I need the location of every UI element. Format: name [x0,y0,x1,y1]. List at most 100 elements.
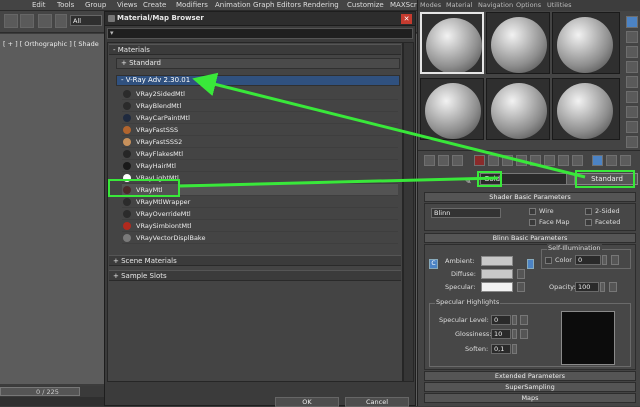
spinner[interactable] [602,255,607,265]
menu-modes[interactable]: Modes [420,1,441,9]
selection-filter-dropdown[interactable]: All [70,15,102,26]
sample-slot-6[interactable] [552,78,620,140]
list-item[interactable]: VRayFastSSS2 [122,136,398,148]
material-id-icon[interactable] [530,155,541,166]
sample-slot-1[interactable] [420,12,484,74]
group-vray[interactable]: - V-Ray Adv 2.30.01 [116,75,400,86]
assign-to-selection-icon[interactable] [452,155,463,166]
faceted-checkbox[interactable] [585,219,592,226]
list-item[interactable]: VRayVectorDisplBake [122,232,398,244]
dialog-titlebar[interactable]: Material/Map Browser ✕ [105,12,415,26]
diffuse-swatch[interactable] [481,269,513,279]
list-item[interactable]: VRayCarPaintMtl [122,112,398,124]
make-preview-icon[interactable] [626,91,638,103]
color-checkbox[interactable] [545,257,552,264]
sample-type-icon[interactable] [626,16,638,28]
bind-icon[interactable] [55,14,67,28]
group-sample-slots[interactable]: + Sample Slots [109,270,401,281]
map-button[interactable] [611,255,619,265]
opacity-map-button[interactable] [609,282,617,292]
put-to-library-icon[interactable] [516,155,527,166]
copy-material-icon[interactable] [488,155,499,166]
menu-options[interactable]: Options [516,1,541,9]
go-forward-sibling-icon[interactable] [592,155,603,166]
menu-customize[interactable]: Customize [347,1,384,9]
uv-tiling-icon[interactable] [626,61,638,73]
options-icon[interactable] [626,106,638,118]
group-materials[interactable]: - Materials [109,44,401,55]
list-item[interactable]: VRay2SidedMtl [122,88,398,100]
show-map-icon[interactable] [544,155,555,166]
close-icon[interactable]: ✕ [401,14,412,24]
spinner[interactable] [600,282,605,292]
menu-utilities[interactable]: Utilities [547,1,571,9]
menu-modifiers[interactable]: Modifiers [176,1,208,9]
reset-icon[interactable] [474,155,485,166]
menu-animation[interactable]: Animation [215,1,251,9]
menu-create[interactable]: Create [143,1,166,9]
scrollbar[interactable] [403,42,414,382]
viewport-label[interactable]: [ + ] [ Orthographic ] [ Shade [3,40,99,48]
spinner[interactable] [512,315,517,325]
sample-slot-5[interactable] [486,78,550,140]
wire-checkbox[interactable] [529,208,536,215]
spec-level-map-button[interactable] [520,315,528,325]
self-illum-value[interactable]: 0 [575,255,601,265]
list-item[interactable]: VRayOverrideMtl [122,208,398,220]
menu-material[interactable]: Material [446,1,472,9]
spinner[interactable] [512,344,517,354]
put-to-scene-icon[interactable] [438,155,449,166]
go-to-parent-icon[interactable] [572,155,583,166]
backlight-icon[interactable] [626,31,638,43]
menu-graph-editors[interactable]: Graph Editors [253,1,301,9]
sample-slot-2[interactable] [486,12,550,74]
glossiness-map-button[interactable] [520,329,528,339]
ambient-swatch[interactable] [481,256,513,266]
specular-swatch[interactable] [481,282,513,292]
nav-icon[interactable] [606,155,617,166]
map-lock-icon[interactable] [527,259,534,269]
sample-slot-4[interactable] [420,78,484,140]
chevron-down-icon[interactable] [566,173,575,185]
menu-group[interactable]: Group [85,1,106,9]
menu-navigation[interactable]: Navigation [478,1,513,9]
show-end-result-icon[interactable] [558,155,569,166]
menu-rendering[interactable]: Rendering [303,1,339,9]
menu-maxscript[interactable]: MAXScr [390,1,417,9]
rollout-shader-basic[interactable]: Shader Basic Parameters [424,192,636,202]
rollout-extended-parameters[interactable]: Extended Parameters [424,371,636,381]
lock-icon[interactable]: C [429,259,438,269]
menu-views[interactable]: Views [117,1,137,9]
menu-tools[interactable]: Tools [57,1,74,9]
soften-value[interactable]: 0,1 [491,344,511,354]
menu-edit[interactable]: Edit [32,1,46,9]
specular-map-button[interactable] [517,282,525,292]
face-map-checkbox[interactable] [529,219,536,226]
material-navigator-icon[interactable] [626,136,638,148]
get-material-icon[interactable] [424,155,435,166]
link-icon[interactable] [20,14,34,28]
list-item[interactable]: VRayHairMtl [122,160,398,172]
list-item[interactable]: VRayBlendMtl [122,100,398,112]
rollout-blinn-basic[interactable]: Blinn Basic Parameters [424,233,636,243]
specular-level-value[interactable]: 0 [491,315,511,325]
diffuse-map-button[interactable] [517,269,525,279]
glossiness-value[interactable]: 10 [491,329,511,339]
opacity-value[interactable]: 100 [575,282,599,292]
shader-dropdown[interactable]: Blinn [431,208,501,218]
list-item[interactable]: VRayMtlWrapper [122,196,398,208]
list-item[interactable]: VRayFastSSS [122,124,398,136]
group-standard[interactable]: + Standard [116,58,400,69]
rollout-supersampling[interactable]: SuperSampling [424,382,636,392]
two-sided-checkbox[interactable] [585,208,592,215]
video-check-icon[interactable] [626,76,638,88]
make-unique-icon[interactable] [502,155,513,166]
search-input[interactable]: ▾ [107,28,413,39]
rollout-maps[interactable]: Maps [424,393,636,403]
list-item[interactable]: VRaySimbiontMtl [122,220,398,232]
sample-slot-3[interactable] [552,12,620,74]
unlink-icon[interactable] [38,14,52,28]
eyedropper-icon[interactable]: ✎ [464,177,472,187]
viewport[interactable] [0,34,105,384]
list-item[interactable]: VRayFlakesMtl [122,148,398,160]
